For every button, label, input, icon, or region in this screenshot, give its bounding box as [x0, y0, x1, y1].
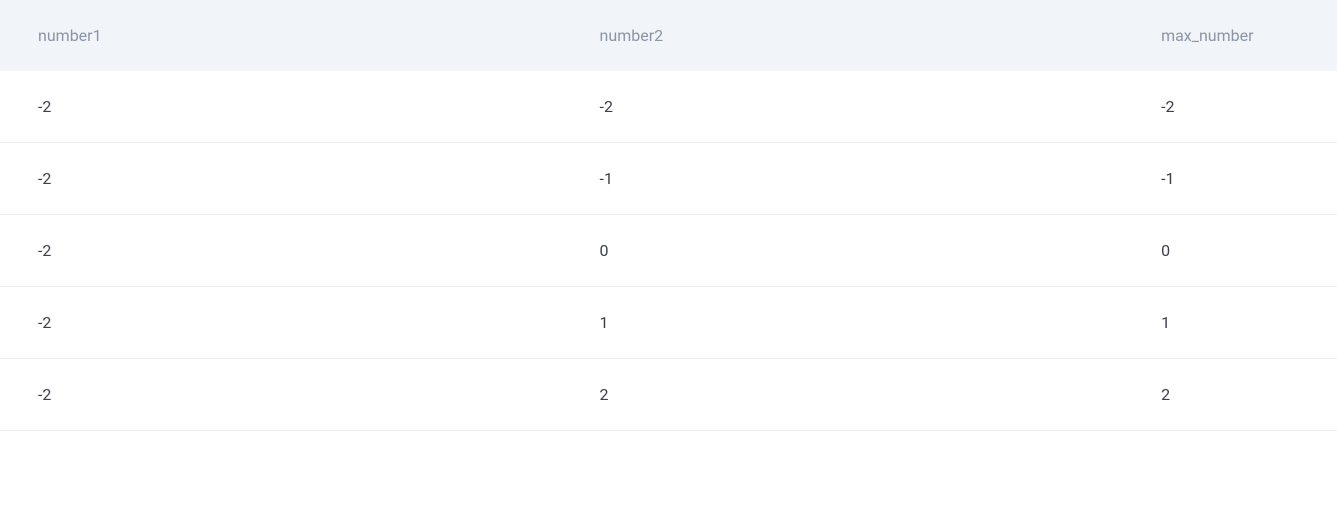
table-body: -2 -2 -2 -2 -1 -1 -2 0 0 -2 1 1 -2 2 [0, 71, 1337, 431]
table-row: -2 2 2 [0, 359, 1337, 431]
column-header-number1: number1 [0, 0, 562, 71]
cell-number2: 1 [562, 287, 1124, 359]
cell-number2: 2 [562, 359, 1124, 431]
column-header-max-number: max_number [1123, 0, 1337, 71]
cell-max-number: -1 [1123, 143, 1337, 215]
cell-number1: -2 [0, 215, 562, 287]
cell-number1: -2 [0, 359, 562, 431]
data-table: number1 number2 max_number -2 -2 -2 -2 -… [0, 0, 1337, 431]
cell-max-number: 2 [1123, 359, 1337, 431]
table-row: -2 -2 -2 [0, 71, 1337, 143]
cell-number2: -2 [562, 71, 1124, 143]
cell-number1: -2 [0, 143, 562, 215]
table-row: -2 1 1 [0, 287, 1337, 359]
cell-number2: 0 [562, 215, 1124, 287]
cell-max-number: -2 [1123, 71, 1337, 143]
table-header: number1 number2 max_number [0, 0, 1337, 71]
table-row: -2 -1 -1 [0, 143, 1337, 215]
table-header-row: number1 number2 max_number [0, 0, 1337, 71]
cell-max-number: 1 [1123, 287, 1337, 359]
cell-number2: -1 [562, 143, 1124, 215]
cell-max-number: 0 [1123, 215, 1337, 287]
cell-number1: -2 [0, 287, 562, 359]
data-table-container: number1 number2 max_number -2 -2 -2 -2 -… [0, 0, 1337, 431]
cell-number1: -2 [0, 71, 562, 143]
column-header-number2: number2 [562, 0, 1124, 71]
table-row: -2 0 0 [0, 215, 1337, 287]
